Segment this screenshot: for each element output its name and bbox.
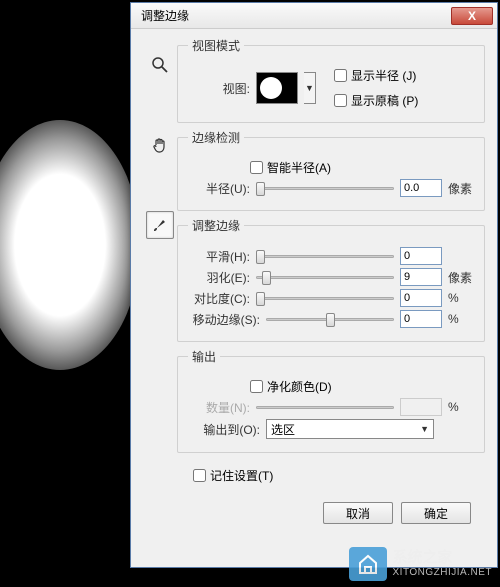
- smart-radius-input[interactable]: [250, 161, 263, 174]
- radius-input[interactable]: [400, 179, 442, 197]
- adjust-edge-group: 调整边缘 平滑(H): 羽化(E): 像素 对比度(C):: [177, 217, 485, 342]
- show-original-input[interactable]: [334, 94, 347, 107]
- ok-button[interactable]: 确定: [401, 502, 471, 524]
- smooth-slider[interactable]: [256, 247, 394, 265]
- smart-radius-checkbox[interactable]: 智能半径(A): [250, 159, 331, 176]
- remember-label: 记住设置(T): [210, 467, 273, 484]
- shift-label: 移动边缘(S):: [188, 311, 260, 328]
- remember-checkbox[interactable]: 记住设置(T): [193, 467, 485, 484]
- output-to-value: 选区: [271, 421, 295, 438]
- shift-unit: %: [448, 312, 474, 326]
- output-legend: 输出: [188, 348, 220, 365]
- chevron-down-icon: ▼: [420, 424, 429, 434]
- feather-input[interactable]: [400, 268, 442, 286]
- edge-detection-legend: 边缘检测: [188, 129, 244, 146]
- brush-tool[interactable]: [146, 211, 174, 239]
- remember-input[interactable]: [193, 469, 206, 482]
- feather-unit: 像素: [448, 269, 474, 286]
- show-original-checkbox[interactable]: 显示原稿 (P): [334, 92, 418, 109]
- amount-slider: [256, 398, 394, 416]
- amount-input: [400, 398, 442, 416]
- output-to-label: 输出到(O):: [188, 421, 260, 438]
- button-row: 取消 确定: [177, 502, 471, 524]
- amount-unit: %: [448, 400, 474, 414]
- zoom-tool[interactable]: [146, 51, 174, 79]
- show-radius-checkbox[interactable]: 显示半径 (J): [334, 67, 418, 84]
- edge-detection-group: 边缘检测 智能半径(A) 半径(U): 像素: [177, 129, 485, 211]
- show-original-label: 显示原稿 (P): [351, 92, 418, 109]
- watermark: 系统之家 XITONGZHIJIA.NET: [349, 547, 493, 581]
- show-radius-label: 显示半径 (J): [351, 67, 416, 84]
- tool-column: [143, 37, 177, 524]
- shift-slider[interactable]: [266, 310, 394, 328]
- output-group: 输出 净化颜色(D) 数量(N): % 输出到(O): 选区: [177, 348, 485, 453]
- smart-radius-label: 智能半径(A): [267, 159, 331, 176]
- cancel-button[interactable]: 取消: [323, 502, 393, 524]
- radius-slider[interactable]: [256, 179, 394, 197]
- watermark-url: XITONGZHIJIA.NET: [393, 567, 493, 578]
- titlebar: 调整边缘 X: [131, 3, 497, 29]
- watermark-icon: [349, 547, 387, 581]
- contrast-unit: %: [448, 291, 474, 305]
- radius-unit: 像素: [448, 180, 474, 197]
- amount-label: 数量(N):: [188, 399, 250, 416]
- refine-edge-dialog: 调整边缘 X 视图模式 视图: ▼: [130, 2, 498, 568]
- show-radius-input[interactable]: [334, 69, 347, 82]
- dialog-title: 调整边缘: [141, 7, 189, 24]
- brush-icon: [151, 216, 169, 234]
- close-button[interactable]: X: [451, 7, 493, 25]
- feather-slider[interactable]: [256, 268, 394, 286]
- watermark-title: 系统之家: [393, 550, 493, 567]
- view-mode-legend: 视图模式: [188, 37, 244, 54]
- contrast-input[interactable]: [400, 289, 442, 307]
- canvas-background: [0, 0, 130, 587]
- close-icon: X: [468, 9, 476, 23]
- chevron-down-icon: ▼: [305, 83, 314, 93]
- decontaminate-checkbox[interactable]: 净化颜色(D): [250, 378, 332, 395]
- decontaminate-input[interactable]: [250, 380, 263, 393]
- smooth-label: 平滑(H):: [188, 248, 250, 265]
- view-swatch[interactable]: [256, 72, 298, 104]
- preview-blob: [0, 120, 140, 370]
- view-label: 视图:: [188, 80, 250, 97]
- hand-icon: [151, 136, 169, 154]
- hand-tool[interactable]: [146, 131, 174, 159]
- contrast-label: 对比度(C):: [188, 290, 250, 307]
- adjust-edge-legend: 调整边缘: [188, 217, 244, 234]
- shift-input[interactable]: [400, 310, 442, 328]
- decontaminate-label: 净化颜色(D): [267, 378, 332, 395]
- view-mode-group: 视图模式 视图: ▼ 显示半径 (J) 显示原稿 (P): [177, 37, 485, 123]
- magnifier-icon: [151, 56, 169, 74]
- smooth-input[interactable]: [400, 247, 442, 265]
- output-to-select[interactable]: 选区 ▼: [266, 419, 434, 439]
- view-dropdown[interactable]: ▼: [304, 72, 316, 104]
- feather-label: 羽化(E):: [188, 269, 250, 286]
- contrast-slider[interactable]: [256, 289, 394, 307]
- radius-label: 半径(U):: [188, 180, 250, 197]
